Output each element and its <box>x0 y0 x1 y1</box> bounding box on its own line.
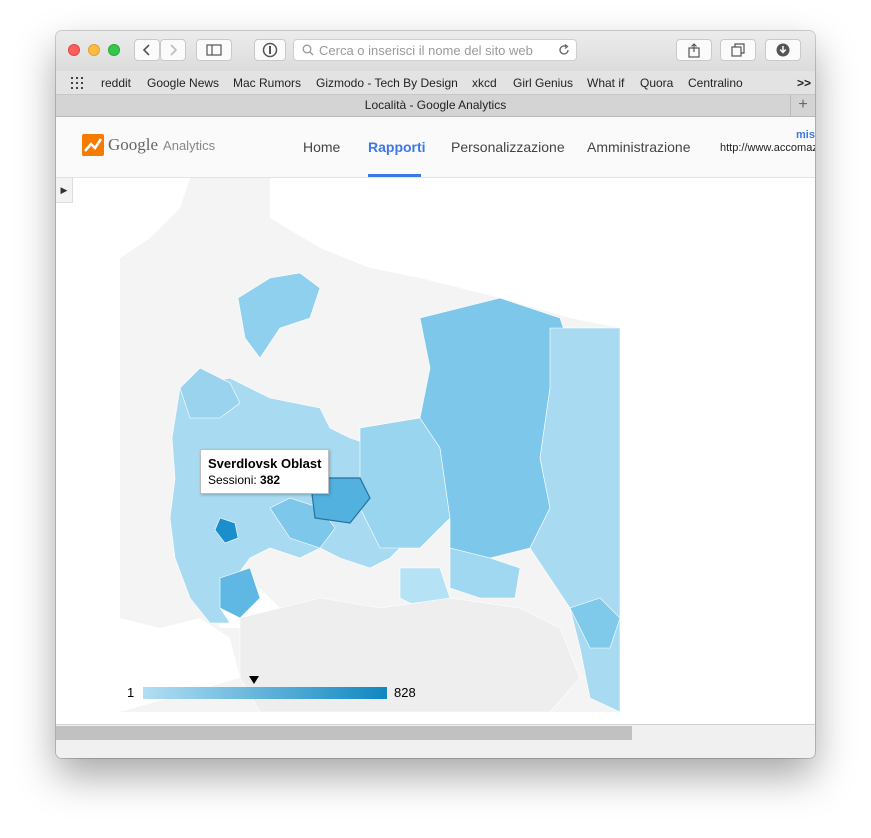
close-window-button[interactable] <box>68 44 80 56</box>
back-button[interactable] <box>134 39 160 61</box>
bookmark-xkcd[interactable]: xkcd <box>472 76 497 90</box>
ga-header: Google Analytics Home Rapporti Personali… <box>56 117 815 178</box>
chevron-right-icon <box>170 44 178 56</box>
reader-button[interactable] <box>254 39 286 61</box>
russia-map-svg[interactable] <box>120 178 620 712</box>
account-url[interactable]: http://www.accomaz <box>720 142 815 154</box>
downloads-button[interactable] <box>765 39 801 61</box>
logo-google-text: Google <box>108 135 159 154</box>
nav-amministrazione[interactable]: Amministrazione <box>587 139 690 155</box>
zoom-window-button[interactable] <box>108 44 120 56</box>
tooltip-metric-value: 382 <box>260 473 281 487</box>
bookmark-girl-genius[interactable]: Girl Genius <box>513 76 573 90</box>
legend-value-marker <box>249 676 259 684</box>
account-name[interactable]: mis <box>796 129 815 141</box>
minimize-window-button[interactable] <box>88 44 100 56</box>
region-novaya-zemlya[interactable] <box>237 272 321 359</box>
bookmark-google-news[interactable]: Google News <box>147 76 219 90</box>
horizontal-scrollbar[interactable] <box>56 724 815 758</box>
tooltip-metric-row: Sessioni: 382 <box>208 472 328 489</box>
water-area <box>270 178 620 328</box>
bookmarks-more-button[interactable]: >> <box>797 76 811 90</box>
address-placeholder: Cerca o inserisci il nome del sito web <box>319 42 533 58</box>
legend-color-scale <box>143 687 387 699</box>
tabs-overview-button[interactable] <box>720 39 756 61</box>
nav-rapporti[interactable]: Rapporti <box>368 139 426 155</box>
active-nav-underline <box>368 174 421 177</box>
nav-home[interactable]: Home <box>303 139 340 155</box>
tooltip-metric-label: Sessioni: <box>208 473 257 487</box>
logo-analytics-text: Analytics <box>163 137 216 153</box>
share-button[interactable] <box>676 39 712 61</box>
sidebar-toggle-button[interactable] <box>196 39 232 61</box>
water-area <box>120 178 190 258</box>
sidebar-expand-button[interactable]: ▶ <box>56 178 73 203</box>
geo-map[interactable] <box>120 178 620 712</box>
tab-bar: Località - Google Analytics + <box>56 95 815 117</box>
legend-max-label: 828 <box>394 685 416 700</box>
bookmark-what-if[interactable]: What if <box>587 76 624 90</box>
bookmark-gizmodo[interactable]: Gizmodo - Tech By Design <box>316 76 458 90</box>
bookmarks-bar: reddit Google News Mac Rumors Gizmodo - … <box>56 71 815 95</box>
reload-icon[interactable] <box>558 44 570 56</box>
bookmark-quora[interactable]: Quora <box>640 76 673 90</box>
share-icon <box>688 42 700 58</box>
browser-window: Cerca o inserisci il nome del sito web r… <box>56 31 815 758</box>
map-tooltip: Sverdlovsk Oblast Sessioni: 382 <box>200 449 329 494</box>
scrollbar-thumb[interactable] <box>56 726 632 740</box>
active-tab-title[interactable]: Località - Google Analytics <box>365 98 506 112</box>
triangle-right-icon: ▶ <box>60 185 68 195</box>
sidebar-icon <box>206 44 222 56</box>
download-icon <box>776 43 790 57</box>
browser-toolbar: Cerca o inserisci il nome del sito web <box>56 31 815 72</box>
legend-min-label: 1 <box>127 685 135 700</box>
bookmark-reddit[interactable]: reddit <box>101 76 131 90</box>
info-circle-icon <box>262 42 278 58</box>
chevron-left-icon <box>142 44 150 56</box>
new-tab-button[interactable]: + <box>790 95 815 116</box>
tooltip-region-name: Sverdlovsk Oblast <box>208 456 322 471</box>
nav-personalizzazione[interactable]: Personalizzazione <box>451 139 565 155</box>
analytics-logo-icon <box>82 134 104 156</box>
ga-logo[interactable]: Google Analytics <box>82 134 215 156</box>
bookmark-mac-rumors[interactable]: Mac Rumors <box>233 76 301 90</box>
tabs-icon <box>731 43 745 57</box>
forward-button[interactable] <box>160 39 186 61</box>
grid-icon[interactable] <box>71 77 87 89</box>
address-bar[interactable]: Cerca o inserisci il nome del sito web <box>293 39 577 61</box>
search-icon <box>302 44 314 56</box>
bookmark-centralino[interactable]: Centralino <box>688 76 743 90</box>
